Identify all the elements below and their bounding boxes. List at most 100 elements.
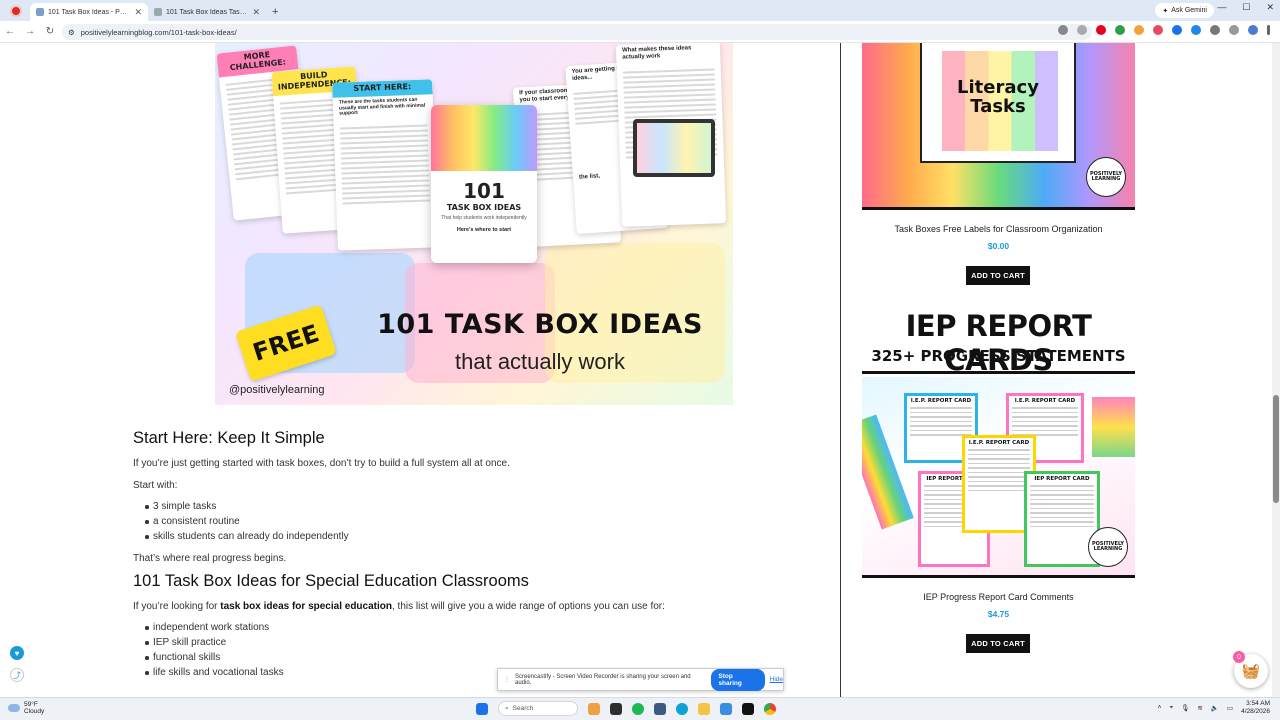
hide-button[interactable]: Hide: [770, 676, 783, 683]
page-content: MORE CHALLENGE: BUILD INDEPENDENCE: STAR…: [0, 43, 1272, 697]
folder-icon[interactable]: [698, 702, 710, 715]
tab-active[interactable]: 101 Task Box Ideas - Positively ✕: [30, 3, 148, 21]
site-info-icon[interactable]: ⚙: [68, 28, 75, 37]
wifi-icon[interactable]: ≋: [1197, 704, 1202, 712]
weather-temp: 59°F: [24, 701, 38, 708]
report-card-title: I.E.P. REPORT CARD: [1014, 398, 1076, 404]
laptop-image: [633, 119, 715, 177]
taskbar-search[interactable]: ⌕ Search: [498, 701, 578, 716]
heading-task-box-ideas: 101 Task Box Ideas for Special Education…: [133, 572, 529, 590]
close-tab-icon[interactable]: ✕: [134, 7, 142, 18]
start-list: 3 simple tasks a consistent routine skil…: [145, 499, 823, 544]
product-divider: [862, 575, 1135, 578]
back-icon[interactable]: ←: [0, 26, 20, 37]
screencastify-icon[interactable]: [1153, 25, 1163, 35]
favorite-heart-icon[interactable]: ♥: [10, 646, 24, 660]
image-band: [862, 371, 1135, 374]
url-field[interactable]: ⚙ positivelylearningblog.com/101-task-bo…: [62, 24, 1092, 40]
widgets-app-icon[interactable]: [588, 702, 600, 715]
photos-icon[interactable]: [654, 702, 666, 715]
product-price: $4.75: [987, 609, 1010, 619]
ideas-text-post: , this list will give you a wide range o…: [392, 601, 665, 612]
microphone-icon[interactable]: 🎙: [1181, 704, 1189, 712]
weather-widget[interactable]: 59°F Cloudy: [8, 701, 44, 716]
clock[interactable]: 3:54 AM 4/28/2026: [1241, 700, 1270, 716]
browser-tab-bar: 101 Task Box Ideas - Positively ✕ 101 Ta…: [0, 0, 1280, 21]
close-window-icon[interactable]: ✕: [1266, 2, 1274, 13]
edge-icon[interactable]: [676, 702, 688, 715]
windows-taskbar: 59°F Cloudy ⌕ Search ˄ ⌖ 🎙 ≋ 🔈 ▭ 3:54 AM…: [0, 697, 1280, 720]
file-explorer-icon[interactable]: [610, 702, 622, 715]
add-to-cart-button[interactable]: ADD TO CART: [966, 266, 1030, 285]
list-item: 3 simple tasks: [145, 499, 823, 514]
bookmark-star-icon[interactable]: [1077, 25, 1087, 35]
chevron-up-icon[interactable]: ˄: [1158, 704, 1162, 711]
clock-date: 4/28/2026: [1241, 707, 1270, 715]
page-scrollbar[interactable]: [1272, 43, 1280, 697]
cover-title: TASK BOX IDEAS: [446, 203, 522, 212]
location-icon[interactable]: ⌖: [1169, 704, 1173, 712]
hero-title: 101 TASK BOX IDEAS: [377, 309, 703, 340]
address-bar-row: ← → ↻ ⚙ positivelylearningblog.com/101-t…: [0, 21, 1280, 43]
window-controls: — ☐ ✕: [1217, 2, 1274, 13]
ask-gemini-button[interactable]: ✦ Ask Gemini: [1155, 3, 1214, 18]
product-name[interactable]: Task Boxes Free Labels for Classroom Org…: [862, 224, 1135, 234]
desk-background: I.E.P. REPORT CARD I.E.P. REPORT CARD IE…: [862, 377, 1135, 575]
add-to-cart-button[interactable]: ADD TO CART: [966, 634, 1030, 653]
worksheet-start-here: START HERE: These are the tasks students…: [332, 79, 438, 251]
stop-sharing-button[interactable]: Stop sharing: [711, 668, 765, 691]
snipping-tool-icon[interactable]: [720, 702, 732, 715]
report-card-title: IEP REPORT CARD: [1034, 476, 1090, 482]
scrollbar-thumb[interactable]: [1273, 395, 1279, 503]
puzzle-icon[interactable]: [1210, 25, 1220, 35]
chrome-icon[interactable]: [764, 702, 776, 715]
label-frame: Literacy Tasks: [920, 43, 1076, 163]
extension-icon[interactable]: [1172, 25, 1182, 35]
close-tab-icon[interactable]: ✕: [252, 7, 260, 18]
share-icon[interactable]: ⤴: [10, 668, 24, 682]
paragraph-start-with: Start with:: [133, 480, 178, 491]
basket-icon: 🧺: [1241, 663, 1261, 680]
ebook-cover: 101 TASK BOX IDEAS That help students wo…: [431, 105, 537, 263]
literacy-tasks-label: Literacy Tasks: [922, 78, 1074, 117]
tiktok-icon[interactable]: [742, 702, 754, 715]
start-here-desc: These are the tasks students can usually…: [338, 96, 426, 117]
ask-gemini-label: Ask Gemini: [1171, 7, 1207, 14]
product-image-literacy-tasks[interactable]: Literacy Tasks POSITIVELY LEARNING: [862, 43, 1135, 209]
drag-handle-icon[interactable]: ⋮: [504, 676, 510, 683]
windows-start-icon[interactable]: [476, 702, 488, 715]
clock-time: 3:54 AM: [1246, 700, 1270, 707]
key-icon[interactable]: [1058, 25, 1068, 35]
pinterest-icon[interactable]: [1096, 25, 1106, 35]
profile-avatar[interactable]: [1248, 25, 1258, 35]
screen-share-notice: ⋮ Screencastify - Screen Video Recorder …: [497, 668, 784, 691]
new-tab-button[interactable]: +: [272, 6, 278, 18]
tab-inactive[interactable]: 101 Task Box Ideas Task Box Ch ✕: [148, 3, 266, 21]
extension-icon[interactable]: [1191, 25, 1201, 35]
tab-title: 101 Task Box Ideas - Positively: [48, 8, 131, 16]
shield-icon[interactable]: [1115, 25, 1125, 35]
paragraph-progress: That’s where real progress begins.: [133, 553, 287, 564]
sidebar-divider: [840, 43, 841, 697]
recording-indicator-icon: [12, 7, 20, 15]
cover-number: 101: [463, 179, 505, 203]
product-name[interactable]: IEP Progress Report Card Comments: [862, 592, 1135, 602]
reload-icon[interactable]: ↻: [40, 26, 60, 37]
menu-dots-icon[interactable]: [1267, 25, 1270, 35]
positively-learning-logo: POSITIVELY LEARNING: [1086, 157, 1126, 197]
list-item: functional skills: [145, 650, 823, 665]
battery-icon[interactable]: ▭: [1227, 704, 1233, 712]
forward-icon[interactable]: →: [20, 26, 40, 37]
list-item: a consistent routine: [145, 514, 823, 529]
spotify-icon[interactable]: [632, 702, 644, 715]
extension-icon[interactable]: [1134, 25, 1144, 35]
maximize-icon[interactable]: ☐: [1242, 2, 1250, 13]
free-label: FREE: [249, 319, 323, 367]
sidepanel-icon[interactable]: [1229, 25, 1239, 35]
colorful-boxes-photo: [431, 105, 537, 171]
positively-learning-logo: POSITIVELY LEARNING: [1088, 527, 1128, 567]
minimize-icon[interactable]: —: [1217, 2, 1226, 13]
product-divider: [862, 207, 1135, 210]
product-image-iep-report-cards[interactable]: IEP REPORT CARDS 325+ PROGRESS STATEMENT…: [862, 305, 1135, 575]
volume-icon[interactable]: 🔈: [1211, 704, 1219, 712]
